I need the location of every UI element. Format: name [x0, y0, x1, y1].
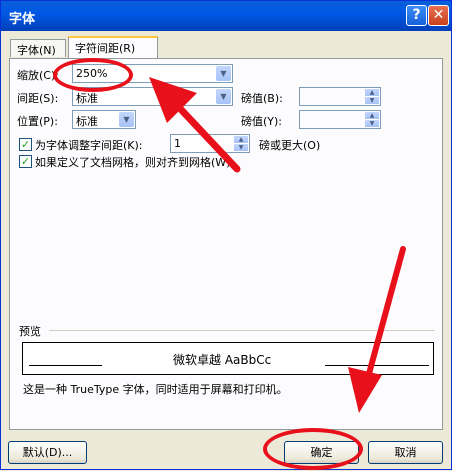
annotation-arrows [149, 77, 406, 413]
arrow-to-scale-shaft [169, 97, 241, 173]
arrow-to-ok-shaft [364, 246, 406, 384]
font-dialog: 字体 ? ✕ 字体(N) 字符间距(R) 缩放(C): 250% ▼ 间距(S)… [0, 0, 452, 470]
arrow-to-ok-head [348, 367, 382, 413]
